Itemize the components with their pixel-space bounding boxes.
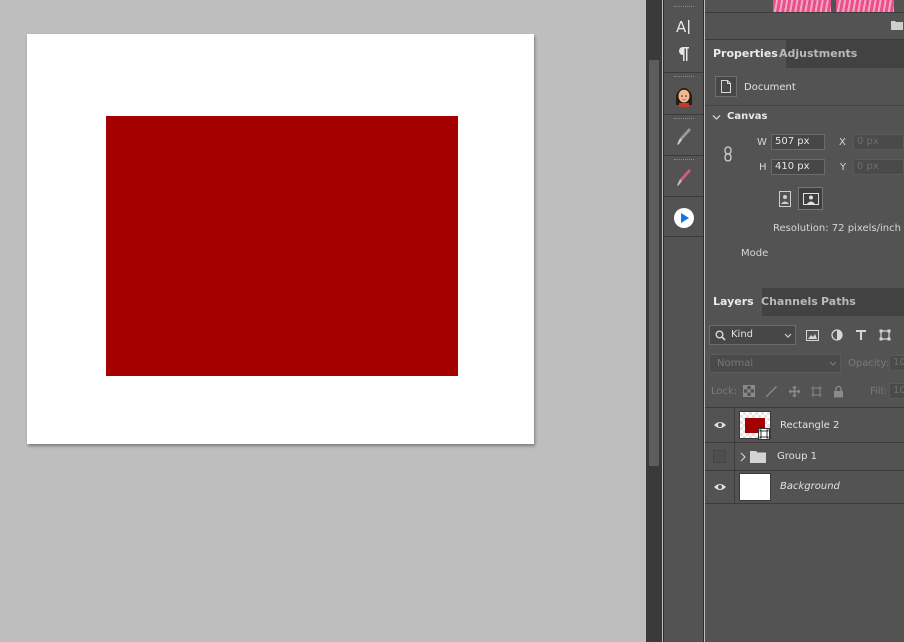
height-label: H [759,162,767,173]
document-label: Document [744,82,796,93]
link-dimensions-icon[interactable] [722,146,734,165]
width-label: W [757,137,767,148]
properties-tabbar: Properties Adjustments [705,40,904,68]
folder-icon[interactable] [891,20,903,30]
opacity-label: Opacity: [848,358,890,369]
swatch-pink-1[interactable] [773,0,831,12]
shape-layer-icon [758,428,770,440]
visibility-toggle-off[interactable] [713,450,726,463]
visibility-eye-icon[interactable] [713,420,727,430]
fill-input[interactable]: 100% [889,383,904,399]
visibility-eye-icon[interactable] [713,482,727,492]
strip-grip[interactable] [674,6,694,9]
chevron-right-icon[interactable] [740,452,746,462]
paragraph-icon[interactable] [664,37,703,71]
swatches-strip [705,0,904,40]
document-canvas[interactable] [27,34,534,444]
chevron-down-icon [784,333,792,338]
width-input[interactable]: 507 px [771,134,825,150]
layer-thumbnail[interactable] [739,473,771,501]
lock-transparent-pixels-icon[interactable] [741,383,757,399]
brush-icon[interactable] [664,120,703,154]
y-label: Y [840,162,847,173]
x-label: X [839,137,846,148]
canvas-section-title: Canvas [727,111,768,122]
canvas-collapse-chevron-icon[interactable] [712,112,721,125]
mode-label: Mode [741,248,769,259]
filter-shape-icon[interactable] [877,327,893,343]
portrait-orientation-icon[interactable] [775,188,795,209]
play-icon[interactable] [664,201,703,235]
height-input[interactable]: 410 px [771,159,825,175]
filter-kind-select[interactable]: Kind [709,325,796,345]
filter-type-icon[interactable] [853,327,869,343]
y-input[interactable]: 0 px [853,159,904,175]
opacity-input[interactable]: 100% [889,355,904,371]
search-icon [715,330,726,341]
layer-row-rectangle-2[interactable]: Rectangle 2 [705,408,904,443]
layer-name[interactable]: Background [780,481,840,492]
layer-row-background[interactable]: Background [705,471,904,504]
lock-all-icon[interactable] [830,383,846,399]
layer-name[interactable]: Group 1 [777,451,817,462]
blend-mode-select[interactable]: Normal [709,354,841,373]
lock-position-icon[interactable] [786,383,802,399]
chevron-down-icon [829,361,837,366]
lock-label: Lock: [711,386,738,397]
tab-paths[interactable]: Paths [813,288,864,316]
x-input[interactable]: 0 px [853,134,904,150]
layer-row-group-1[interactable]: Group 1 [705,443,904,471]
lock-artboard-icon[interactable] [808,383,824,399]
tab-adjustments[interactable]: Adjustments [771,40,865,68]
swatch-pink-2[interactable] [836,0,894,12]
resolution-text: Resolution: 72 pixels/inch [773,223,901,234]
lock-image-pixels-icon[interactable] [763,383,779,399]
filter-pixel-icon[interactable] [804,327,820,343]
layer-thumbnail[interactable] [739,411,771,440]
portrait-icon[interactable] [664,79,703,113]
scrollbar-thumb[interactable] [649,60,659,466]
layers-tabbar: Layers Channels Paths [705,288,904,316]
folder-icon [750,451,766,463]
svg-text:A: A [676,18,687,36]
filter-adjustment-icon[interactable] [829,327,845,343]
landscape-orientation-icon[interactable] [798,187,823,210]
red-rectangle-shape[interactable] [106,116,458,376]
layer-name[interactable]: Rectangle 2 [780,420,839,431]
blend-mode-value: Normal [717,358,754,369]
panel-tool-strip: A [663,0,704,642]
filter-kind-value: Kind [731,329,754,340]
fill-label: Fill: [870,386,887,397]
document-icon [715,76,737,97]
color-brush-icon[interactable] [664,161,703,195]
